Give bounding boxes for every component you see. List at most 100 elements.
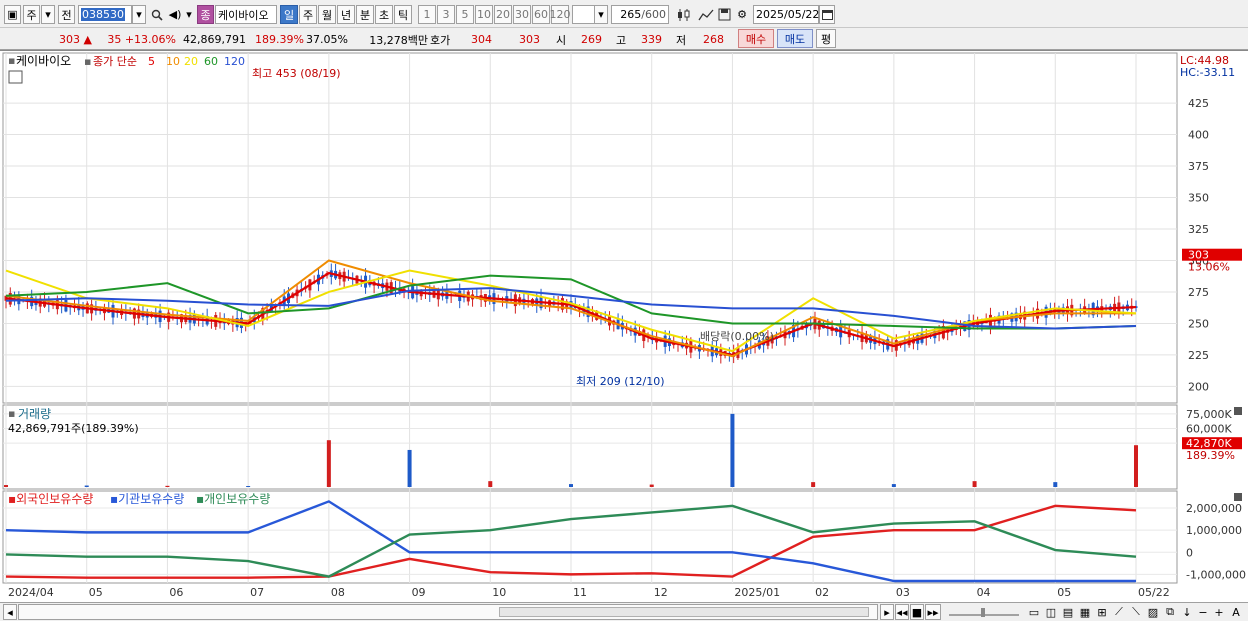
- low-label-text: 저: [676, 33, 687, 47]
- draw-tool-icon[interactable]: [696, 5, 716, 24]
- high-price: 339: [636, 31, 662, 48]
- candle-type-icon[interactable]: [674, 5, 694, 24]
- ma-period-60: 60: [204, 55, 218, 68]
- low-note: 최저 209 (12/10): [576, 375, 665, 388]
- interval-dropdown-icon[interactable]: ▾: [594, 5, 608, 24]
- jong-badge[interactable]: 종: [197, 5, 214, 24]
- minus-icon[interactable]: −: [1196, 604, 1210, 620]
- price-panel-frame: [2, 52, 1178, 404]
- period-tab-1[interactable]: 주: [299, 5, 317, 24]
- price-change: 35 +13.06%: [98, 31, 176, 48]
- period-tab-4[interactable]: 분: [356, 5, 374, 24]
- interval-tab-60[interactable]: 60: [532, 5, 550, 24]
- stock-code-input[interactable]: 038530: [78, 5, 132, 24]
- period-tab-3[interactable]: 년: [337, 5, 355, 24]
- font-size-icon[interactable]: A: [1228, 604, 1244, 620]
- arrow-down-icon[interactable]: ↓: [1180, 604, 1194, 620]
- price-y-tick-3: 350: [1188, 192, 1209, 205]
- dividend-note: 배당락(0.00%): [700, 330, 774, 343]
- open-label-text: 시: [556, 33, 567, 47]
- open-price: 269: [576, 31, 602, 48]
- grid-icon[interactable]: ▦: [1077, 604, 1093, 620]
- trend-down-icon[interactable]: ⟍: [1128, 604, 1144, 620]
- stock-name-field[interactable]: 케이바이오: [215, 5, 277, 24]
- prev-label: 전: [61, 8, 72, 22]
- open-price-value: 269: [581, 33, 602, 46]
- low-price: 268: [698, 31, 724, 48]
- layout-icon[interactable]: ▭: [1026, 604, 1042, 620]
- x-tick-11: 03: [896, 586, 910, 599]
- high-note: 최고 453 (08/19): [252, 67, 341, 80]
- sell-button[interactable]: 매도: [777, 29, 813, 48]
- ma-bullet: ▪: [84, 55, 91, 68]
- forward-icon[interactable]: ▸▸: [925, 604, 941, 620]
- x-tick-5: 09: [412, 586, 426, 599]
- bid-price: 303: [510, 31, 540, 48]
- table-icon[interactable]: ⊞: [1094, 604, 1110, 620]
- trend-icon[interactable]: ⟋: [1111, 604, 1127, 620]
- scroll-thumb[interactable]: [499, 607, 869, 617]
- panel-close-icon-1: [1234, 493, 1242, 501]
- interval-tab-1[interactable]: 1: [418, 5, 436, 24]
- copy-icon[interactable]: ⧉: [1162, 604, 1178, 620]
- window-icon[interactable]: ▣: [4, 5, 21, 24]
- volume-value: 42,869,791: [183, 33, 246, 46]
- price-y-tick-4: 325: [1188, 223, 1209, 236]
- volume-bar-7: [569, 484, 573, 487]
- rewind-icon[interactable]: ◂◂: [895, 604, 909, 620]
- split-icon[interactable]: ▤: [1060, 604, 1076, 620]
- ma-period-10: 10: [166, 55, 180, 68]
- x-tick-13: 05: [1057, 586, 1071, 599]
- interval-tab-3[interactable]: 3: [437, 5, 455, 24]
- interval-tab-120[interactable]: 120: [550, 5, 571, 24]
- current-pct-tag: 13.06%: [1188, 261, 1230, 274]
- volume-bar-11: [891, 484, 896, 487]
- speaker-dropdown-icon[interactable]: ▾: [184, 5, 194, 24]
- compare-icon[interactable]: ◫: [1043, 604, 1059, 620]
- holding-y-tick-1: 1,000,000: [1186, 524, 1242, 537]
- chart-svg[interactable]: 425400375350325300275250225200▪ 케이바이오 ▪ 종가 …: [0, 51, 1248, 603]
- interval-tab-20[interactable]: 20: [494, 5, 512, 24]
- volume-bar-8: [649, 484, 654, 487]
- play-icon[interactable]: ▸: [880, 604, 894, 620]
- interval-tab-10[interactable]: 10: [475, 5, 493, 24]
- period-tab-5[interactable]: 초: [375, 5, 393, 24]
- gear-icon[interactable]: ⚙: [734, 5, 750, 24]
- ma-period-20: 20: [184, 55, 198, 68]
- speaker-icon[interactable]: ◀): [167, 5, 183, 24]
- period-tab-0[interactable]: 일: [280, 5, 298, 24]
- period-tab-2[interactable]: 월: [318, 5, 336, 24]
- price-panel-name: 케이바이오: [16, 54, 71, 68]
- image-icon[interactable]: ▨: [1145, 604, 1161, 620]
- x-tick-14: 05/22: [1138, 586, 1170, 599]
- volume-bar-6: [488, 481, 493, 487]
- search-icon[interactable]: [149, 5, 165, 24]
- market-type-dropdown-icon[interactable]: ▾: [41, 5, 55, 24]
- interval-tab-5[interactable]: 5: [456, 5, 474, 24]
- interval-tab-30[interactable]: 30: [513, 5, 531, 24]
- scroll-left-icon[interactable]: ◂: [3, 604, 17, 620]
- flat-button[interactable]: 평: [816, 29, 836, 48]
- x-tick-9: 2025/01: [734, 586, 780, 599]
- date-field[interactable]: 2025/05/22: [753, 5, 819, 24]
- save-icon[interactable]: [716, 5, 732, 24]
- zoom-slider[interactable]: [946, 604, 1022, 620]
- chart-area[interactable]: 425 400 375 350 325 300 275 250 225 200 ▪ 케이바이오 ▪ 종가 …: [0, 50, 1248, 602]
- stock-code-dropdown-icon[interactable]: ▾: [132, 5, 146, 24]
- plus-icon[interactable]: +: [1212, 604, 1226, 620]
- calendar-icon[interactable]: [819, 5, 835, 24]
- prev-button[interactable]: 전: [58, 5, 75, 24]
- count-field[interactable]: 265/600: [611, 5, 669, 24]
- stock-name-value: 케이바이오: [218, 8, 269, 22]
- high-label-text: 고: [616, 33, 627, 47]
- price-y-tick-9: 200: [1188, 380, 1209, 393]
- buy-button[interactable]: 매수: [738, 29, 774, 48]
- volume-bar-2: [165, 485, 170, 487]
- stop-icon[interactable]: ■: [910, 604, 924, 620]
- market-type-select[interactable]: 주: [23, 5, 40, 24]
- horizontal-scrollbar[interactable]: [18, 604, 878, 620]
- x-tick-8: 12: [654, 586, 668, 599]
- period-tab-6[interactable]: 틱: [394, 5, 412, 24]
- hoga-label: 호가: [430, 31, 460, 48]
- open-label: 시: [556, 31, 570, 48]
